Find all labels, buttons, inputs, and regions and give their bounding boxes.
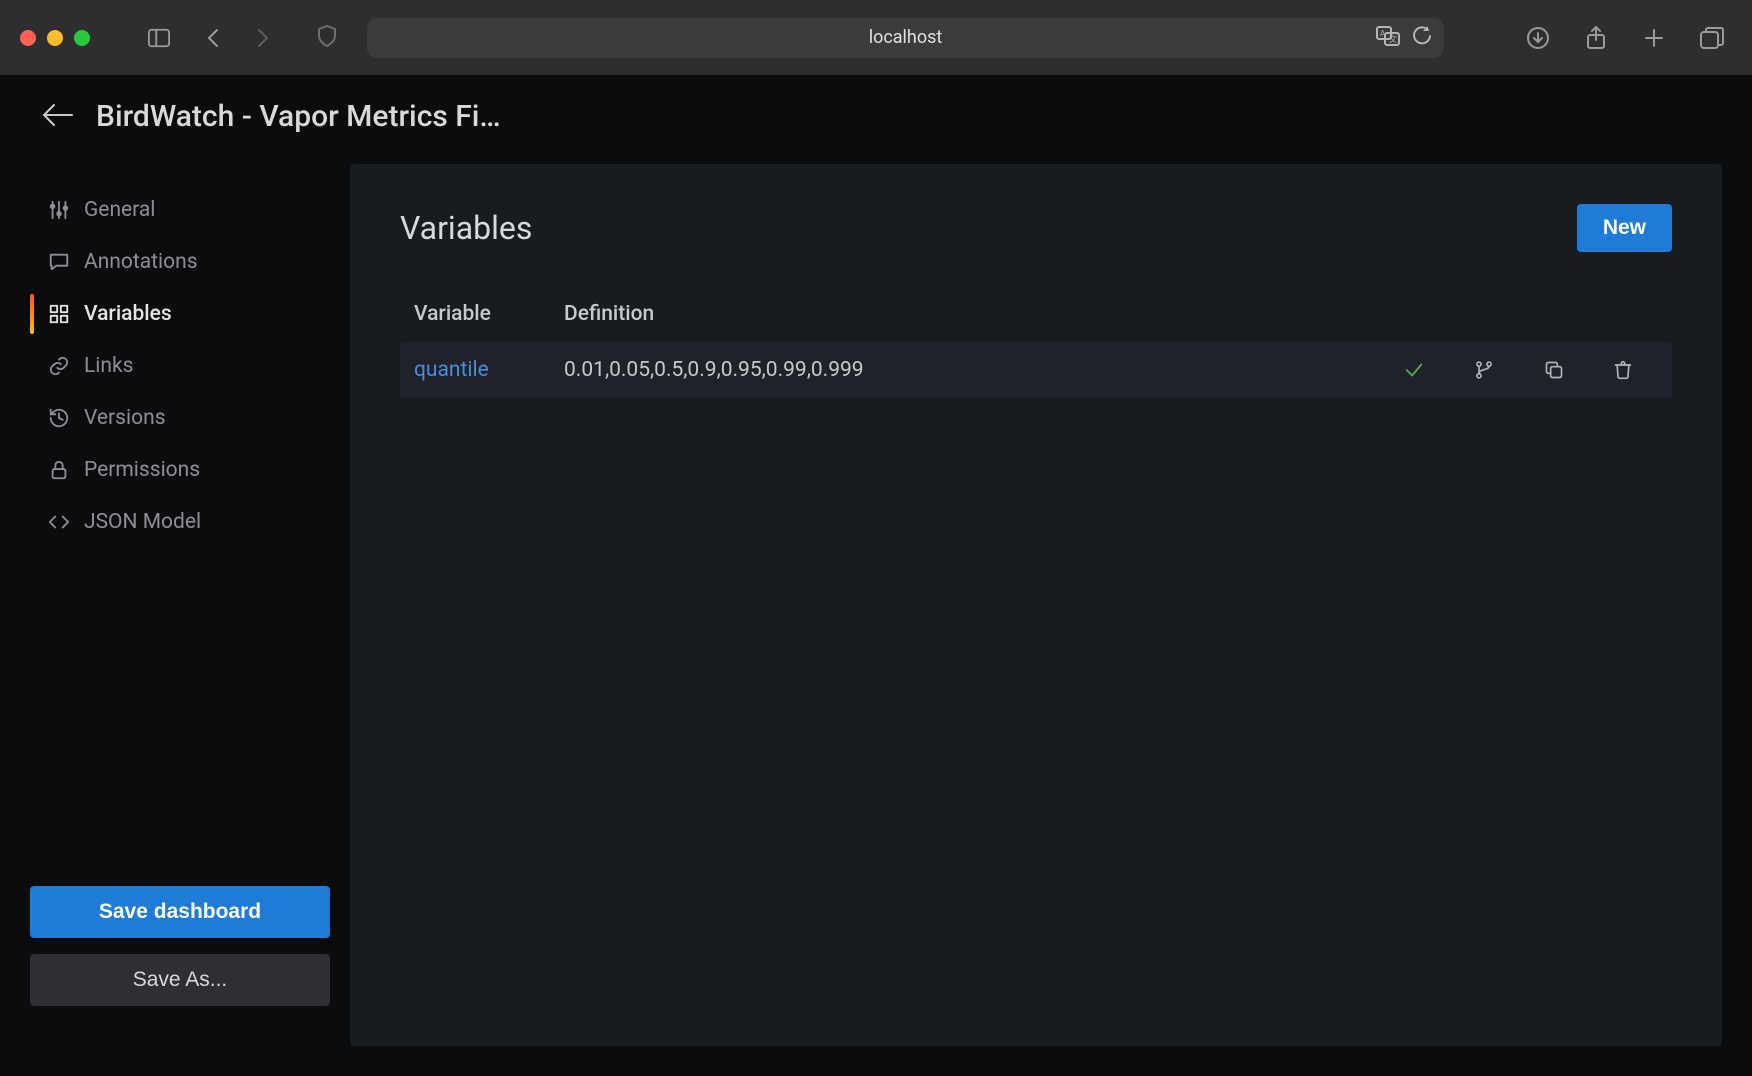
svg-text:文: 文 bbox=[1389, 34, 1397, 44]
sidebar-item-label: JSON Model bbox=[84, 510, 201, 534]
duplicate-icon[interactable] bbox=[1544, 359, 1564, 381]
page-header: BirdWatch - Vapor Metrics Fi… bbox=[0, 75, 1752, 144]
sidebar-item-label: Annotations bbox=[84, 250, 198, 274]
sidebar-item-permissions[interactable]: Permissions bbox=[30, 444, 330, 496]
sidebar-item-label: General bbox=[84, 198, 155, 222]
sidebar-item-label: Versions bbox=[84, 406, 166, 430]
branch-icon[interactable] bbox=[1474, 359, 1494, 381]
forward-button[interactable] bbox=[243, 18, 283, 58]
close-window-button[interactable] bbox=[20, 30, 36, 46]
sliders-icon bbox=[48, 199, 70, 221]
panel-title: Variables bbox=[400, 209, 532, 247]
sidebar-toggle-icon[interactable] bbox=[139, 18, 179, 58]
page-title: BirdWatch - Vapor Metrics Fi… bbox=[96, 99, 501, 134]
grid-icon bbox=[48, 303, 70, 325]
sidebar-item-annotations[interactable]: Annotations bbox=[30, 236, 330, 288]
comment-icon bbox=[48, 251, 70, 273]
sidebar-item-label: Permissions bbox=[84, 458, 200, 482]
settings-sidebar: General Annotations Variables Links Vers… bbox=[30, 164, 330, 1046]
new-tab-icon[interactable] bbox=[1634, 18, 1674, 58]
variable-name-link[interactable]: quantile bbox=[414, 358, 564, 382]
sidebar-item-json-model[interactable]: JSON Model bbox=[30, 496, 330, 548]
variable-definition: 0.01,0.05,0.5,0.9,0.95,0.99,0.999 bbox=[564, 358, 1378, 382]
variables-panel: Variables New Variable Definition quanti… bbox=[350, 164, 1722, 1046]
sidebar-item-label: Links bbox=[84, 354, 134, 378]
share-icon[interactable] bbox=[1576, 18, 1616, 58]
tabs-overview-icon[interactable] bbox=[1692, 18, 1732, 58]
lock-icon bbox=[48, 459, 70, 481]
code-icon bbox=[48, 511, 70, 533]
reload-icon[interactable] bbox=[1412, 26, 1432, 50]
sidebar-item-versions[interactable]: Versions bbox=[30, 392, 330, 444]
back-button[interactable] bbox=[193, 18, 233, 58]
sidebar-item-general[interactable]: General bbox=[30, 184, 330, 236]
browser-toolbar: localhost A文 bbox=[0, 0, 1752, 75]
window-controls bbox=[20, 30, 90, 46]
history-icon bbox=[48, 407, 70, 429]
back-arrow-icon[interactable] bbox=[40, 101, 74, 133]
column-variable: Variable bbox=[414, 302, 564, 326]
link-icon bbox=[48, 355, 70, 377]
app-page: BirdWatch - Vapor Metrics Fi… General An… bbox=[0, 75, 1752, 1076]
sidebar-item-label: Variables bbox=[84, 302, 172, 326]
column-definition: Definition bbox=[564, 302, 1378, 326]
table-row: quantile 0.01,0.05,0.5,0.9,0.95,0.99,0.9… bbox=[400, 342, 1672, 398]
address-bar[interactable]: localhost A文 bbox=[367, 18, 1444, 58]
maximize-window-button[interactable] bbox=[74, 30, 90, 46]
table-header: Variable Definition bbox=[400, 302, 1672, 342]
shield-icon[interactable] bbox=[317, 24, 337, 52]
translate-icon[interactable]: A文 bbox=[1376, 26, 1400, 50]
minimize-window-button[interactable] bbox=[47, 30, 63, 46]
check-icon bbox=[1403, 359, 1425, 381]
new-variable-button[interactable]: New bbox=[1577, 204, 1672, 252]
variables-table: Variable Definition quantile 0.01,0.05,0… bbox=[400, 302, 1672, 398]
svg-text:A: A bbox=[1380, 29, 1386, 38]
trash-icon[interactable] bbox=[1613, 359, 1633, 381]
sidebar-item-variables[interactable]: Variables bbox=[30, 288, 330, 340]
save-dashboard-button[interactable]: Save dashboard bbox=[30, 886, 330, 938]
downloads-icon[interactable] bbox=[1518, 18, 1558, 58]
url-text: localhost bbox=[869, 27, 943, 48]
save-as-button[interactable]: Save As... bbox=[30, 954, 330, 1006]
sidebar-item-links[interactable]: Links bbox=[30, 340, 330, 392]
